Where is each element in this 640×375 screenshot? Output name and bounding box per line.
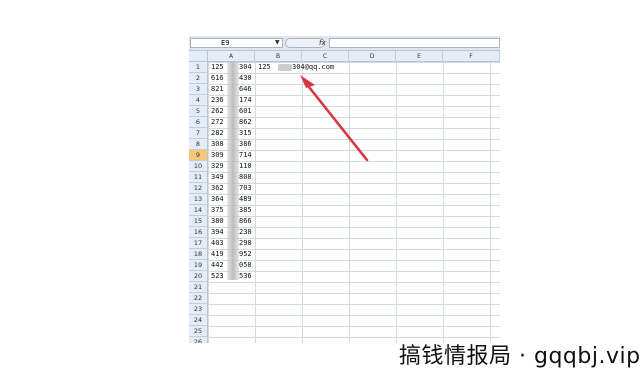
annotation-arrow (300, 75, 369, 162)
watermark: 搞钱情报局 · gqqbj.vip (399, 344, 640, 369)
